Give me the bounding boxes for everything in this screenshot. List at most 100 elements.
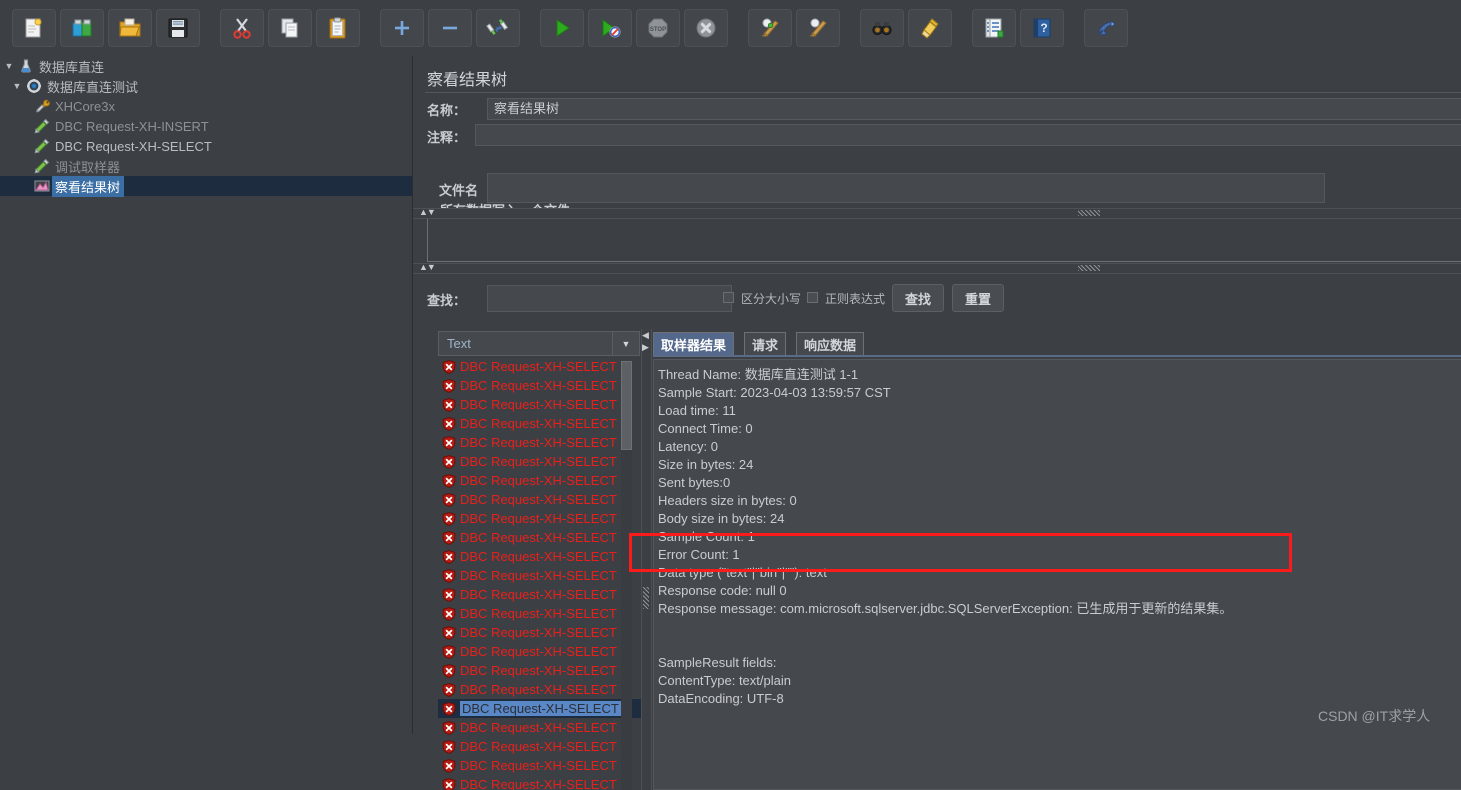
splitter-top[interactable]: ▲▼ [413, 208, 1461, 219]
test-plan-tree[interactable]: ▼ 数据库直连 ▼ 数据库直连测试 XHCore3x DBC Request-X… [0, 56, 412, 734]
result-list-item[interactable]: DBC Request-XH-SELECT [438, 566, 641, 585]
view-results-tree-icon [32, 177, 52, 195]
toolbar-separator-2 [362, 9, 378, 47]
start-no-pause-icon[interactable] [588, 9, 632, 47]
renderer-combo[interactable]: Text ▼ [438, 331, 640, 356]
result-list-item[interactable]: DBC Request-XH-SELECT [438, 490, 641, 509]
function-helper-icon[interactable] [972, 9, 1016, 47]
clear-all-icon[interactable] [796, 9, 840, 47]
splitter-grip[interactable] [1078, 265, 1100, 271]
save-icon[interactable] [156, 9, 200, 47]
tree-node-thread-group[interactable]: ▼ 数据库直连测试 [0, 76, 412, 96]
result-list-item-label: DBC Request-XH-SELECT [460, 644, 617, 659]
result-list-item[interactable]: DBC Request-XH-SELECT [438, 642, 641, 661]
splitter-left-arrow-icon[interactable]: ◀ [642, 331, 649, 339]
collapse-all-icon[interactable] [428, 9, 472, 47]
case-sensitive-checkbox[interactable] [723, 292, 734, 303]
splitter-arrows-icon[interactable]: ▲▼ [419, 263, 435, 272]
error-shield-icon [438, 607, 460, 621]
expand-all-icon[interactable] [380, 9, 424, 47]
result-list-item[interactable]: DBC Request-XH-SELECT [438, 699, 641, 718]
result-list-item-label: DBC Request-XH-SELECT [460, 720, 617, 735]
start-icon[interactable] [540, 9, 584, 47]
copy-icon[interactable] [268, 9, 312, 47]
tree-node-label: DBC Request-XH-INSERT [52, 119, 209, 134]
tree-node-jdbc-config[interactable]: XHCore3x [0, 96, 412, 116]
tree-node-test-plan[interactable]: ▼ 数据库直连 [0, 56, 412, 76]
result-list-item[interactable]: DBC Request-XH-SELECT [438, 395, 641, 414]
tree-node-jdbc-insert[interactable]: DBC Request-XH-INSERT [0, 116, 412, 136]
tab-sampler-result[interactable]: 取样器结果 [653, 332, 734, 356]
open-icon[interactable] [108, 9, 152, 47]
result-list-item[interactable]: DBC Request-XH-SELECT [438, 756, 641, 775]
tree-node-view-results-tree[interactable]: 察看结果树 [0, 176, 412, 196]
clear-icon[interactable] [748, 9, 792, 47]
result-list-item[interactable]: DBC Request-XH-SELECT [438, 547, 641, 566]
tree-node-label: 察看结果树 [52, 176, 124, 197]
toggle-icon[interactable] [476, 9, 520, 47]
paste-icon[interactable] [316, 9, 360, 47]
result-list-item-label: DBC Request-XH-SELECT [460, 663, 617, 678]
result-list-item[interactable]: DBC Request-XH-SELECT [438, 414, 641, 433]
name-input[interactable]: 察看结果树 [487, 98, 1461, 120]
tab-response-data[interactable]: 响应数据 [796, 332, 864, 356]
result-list-item[interactable]: DBC Request-XH-SELECT [438, 585, 641, 604]
splitter-grip[interactable] [1078, 210, 1100, 216]
result-list-item[interactable]: DBC Request-XH-SELECT [438, 528, 641, 547]
error-shield-icon [438, 531, 460, 545]
help-icon[interactable]: ? [1020, 9, 1064, 47]
result-list-item[interactable]: DBC Request-XH-SELECT [438, 433, 641, 452]
tree-node-jdbc-select[interactable]: DBC Request-XH-SELECT [0, 136, 412, 156]
result-list-item[interactable]: DBC Request-XH-SELECT [438, 680, 641, 699]
find-button[interactable]: 查找 [892, 284, 944, 312]
sampler-result-line: Error Count: 1 [658, 546, 1461, 564]
search-icon[interactable] [860, 9, 904, 47]
results-list[interactable]: DBC Request-XH-SELECTDBC Request-XH-SELE… [438, 357, 641, 790]
result-tabs: 取样器结果 请求 响应数据 [653, 332, 1461, 356]
result-list-item[interactable]: DBC Request-XH-SELECT [438, 452, 641, 471]
tab-request[interactable]: 请求 [744, 332, 786, 356]
result-list-item[interactable]: DBC Request-XH-SELECT [438, 623, 641, 642]
scrollbar-thumb[interactable] [621, 361, 632, 450]
filename-input[interactable] [487, 173, 1325, 203]
new-icon[interactable] [12, 9, 56, 47]
name-label: 名称： [427, 100, 466, 119]
result-list-item[interactable]: DBC Request-XH-SELECT [438, 471, 641, 490]
error-shield-icon [438, 588, 460, 602]
result-list-item[interactable]: DBC Request-XH-SELECT [438, 775, 641, 790]
sampler-result-line: Data type ("text"|"bin"|""): text [658, 564, 1461, 582]
comment-input[interactable] [475, 124, 1461, 146]
result-list-item[interactable]: DBC Request-XH-SELECT [438, 737, 641, 756]
stop-icon[interactable]: STOP [636, 9, 680, 47]
reset-search-icon[interactable] [908, 9, 952, 47]
sampler-icon [32, 117, 52, 135]
results-list-scrollbar[interactable] [621, 361, 632, 790]
splitter-arrows-icon[interactable]: ▲▼ [419, 208, 435, 217]
tree-toggle-icon[interactable]: ▼ [10, 76, 24, 96]
tree-node-debug-sampler[interactable]: 调试取样器 [0, 156, 412, 176]
sampler-result-line: SampleResult fields: [658, 654, 1461, 672]
result-list-item[interactable]: DBC Request-XH-SELECT [438, 661, 641, 680]
sampler-result-line: Load time: 11 [658, 402, 1461, 420]
reset-button[interactable]: 重置 [952, 284, 1004, 312]
name-row: 名称： [427, 100, 466, 119]
splitter-grip[interactable] [643, 587, 649, 609]
splitter-vertical[interactable]: ◀ ▶ [641, 329, 652, 790]
splitter-right-arrow-icon[interactable]: ▶ [642, 343, 649, 351]
result-list-item[interactable]: DBC Request-XH-SELECT [438, 357, 641, 376]
result-list-item[interactable]: DBC Request-XH-SELECT [438, 509, 641, 528]
shutdown-icon[interactable] [684, 9, 728, 47]
tree-toggle-icon[interactable]: ▼ [2, 56, 16, 76]
regex-checkbox[interactable] [807, 292, 818, 303]
result-list-item[interactable]: DBC Request-XH-SELECT [438, 604, 641, 623]
templates-icon[interactable] [60, 9, 104, 47]
chevron-down-icon[interactable]: ▼ [612, 332, 639, 355]
splitter-middle[interactable]: ▲▼ [413, 263, 1461, 274]
find-input[interactable] [487, 285, 732, 312]
result-list-item[interactable]: DBC Request-XH-SELECT [438, 376, 641, 395]
cut-icon[interactable] [220, 9, 264, 47]
result-list-item-label: DBC Request-XH-SELECT [460, 378, 617, 393]
undo-icon[interactable] [1084, 9, 1128, 47]
result-list-item[interactable]: DBC Request-XH-SELECT [438, 718, 641, 737]
tree-node-label: DBC Request-XH-SELECT [52, 139, 212, 154]
